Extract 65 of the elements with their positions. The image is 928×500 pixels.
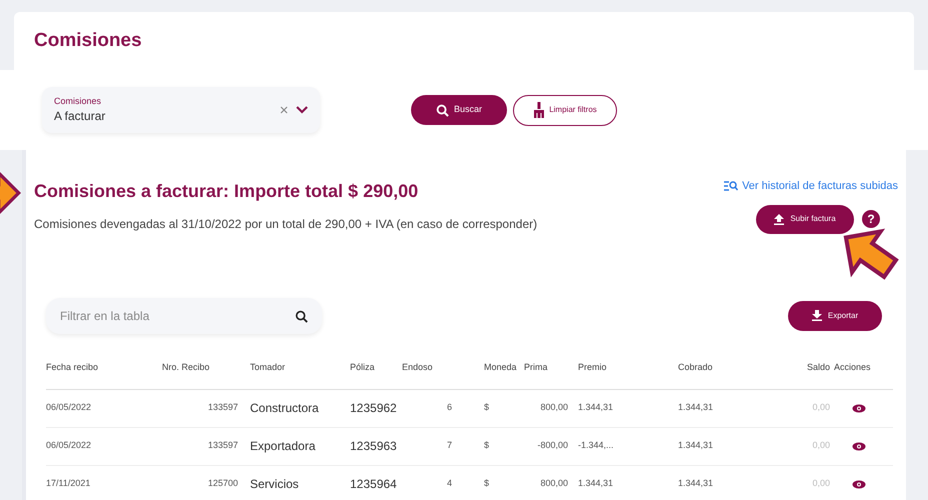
table-cell-text: 800,00 [539,477,568,490]
table-cell-text: 06/05/2022 [46,401,92,414]
table-cell-text: 06/05/2022 [46,439,92,452]
table-cell-text: 133597 [206,439,238,452]
table-cell-text: -1.344,... [577,439,615,452]
table-cell-text: Servicios [249,476,300,493]
table-cell-text: 133597 [206,401,238,414]
download-icon [812,310,822,321]
table-cell-text: 1.344,31 [677,401,714,414]
table-cell-text: Constructora [249,400,320,417]
table-filter-field[interactable]: Filtrar en la tabla [46,298,322,334]
table-cell-text: 125700 [206,477,238,490]
view-icon[interactable] [852,404,866,412]
table-cell-text: 7 [446,439,453,452]
table-cell-text: Exportadora [249,438,316,455]
table-cell-text: -800,00 [536,439,568,452]
table-cell-text: 800,00 [539,401,568,414]
table-cell-text: 1.344,31 [577,401,614,414]
table-cell-text: $ [483,439,490,452]
search-icon[interactable] [295,310,308,322]
column-header: Prima [523,361,549,374]
column-header: Moneda [483,361,516,374]
help-badge[interactable]: ? [862,210,880,228]
table-cell-text: 1.344,31 [577,477,614,490]
column-header: Endoso [402,361,434,374]
field-label: Comisiones [54,96,102,106]
table-cell-text: 1.344,31 [677,477,714,490]
upload-icon [774,214,784,224]
chevron-down-icon[interactable] [296,106,308,114]
column-header: Cobrado [677,361,714,374]
table-cell-text: 1235962 [350,400,398,417]
table-cell-text: 0,00 [811,439,830,452]
list-search-icon [724,181,738,192]
column-header: Póliza [350,361,376,374]
column-header: Acciones [833,361,871,374]
summary-title: Comisiones a facturar: Importe total $ 290,00 [34,180,420,203]
field-value: A facturar [54,108,106,124]
table-cell-text: 1.344,31 [677,439,714,452]
search-icon [436,104,449,116]
table-cell-text: 1235964 [350,476,398,493]
search-button[interactable]: Buscar [411,95,507,125]
table-cell-text: 0,00 [811,401,830,414]
broom-icon [533,102,546,118]
export-button[interactable]: Exportar [788,300,882,330]
table-cell-text: 17/11/2021 [46,477,92,490]
summary-subtitle: Comisiones devengadas al 31/10/2022 por un total de 290,00 + IVA (en caso de corresponder) [34,216,538,233]
column-header: Saldo [806,361,830,374]
table-cell-text: 6 [446,401,453,414]
page-title: Comisiones [34,28,142,53]
table-cell-text: 1235963 [350,438,398,455]
filter-select[interactable]: Comisiones A facturar [42,87,320,133]
view-icon[interactable] [852,480,866,488]
clear-icon[interactable] [280,106,288,114]
column-header: Fecha recibo [46,361,100,374]
clear-filters-button[interactable]: Limpiar filtros [513,94,617,126]
table-cell-text: 0,00 [811,477,830,490]
column-header: Nro. Recibo [161,361,211,374]
upload-button[interactable]: Subir factura [756,204,854,234]
table-cell-text: 4 [446,477,453,490]
view-icon[interactable] [852,442,866,450]
history-link[interactable]: Ver historial de facturas subidas [724,178,898,194]
column-header: Tomador [249,361,286,374]
table-cell-text: $ [483,401,490,414]
table-cell-text: $ [483,477,490,490]
column-header: Premio [577,361,608,374]
